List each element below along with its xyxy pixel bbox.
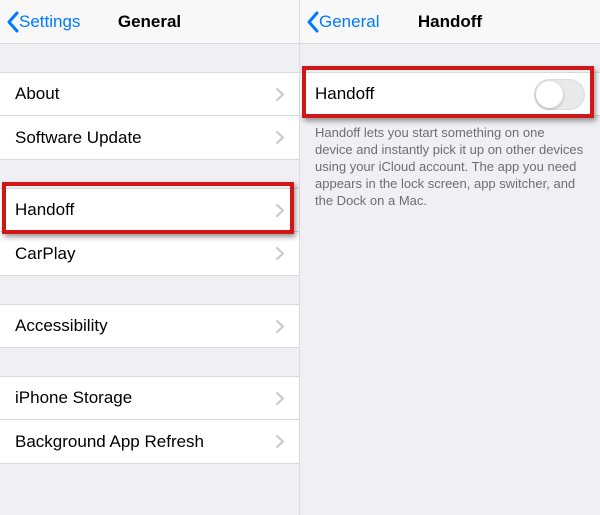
row-label: Accessibility bbox=[15, 316, 276, 336]
row-handoff-toggle[interactable]: Handoff bbox=[300, 72, 600, 116]
chevron-right-icon bbox=[276, 131, 284, 144]
row-label: iPhone Storage bbox=[15, 388, 276, 408]
handoff-settings-pane: General Handoff Handoff Handoff lets you… bbox=[300, 0, 600, 515]
row-label: Background App Refresh bbox=[15, 432, 276, 452]
group-device: About Software Update bbox=[0, 72, 299, 160]
chevron-left-icon bbox=[306, 11, 319, 33]
navbar: General Handoff bbox=[300, 0, 600, 44]
row-iphone-storage[interactable]: iPhone Storage bbox=[0, 376, 299, 420]
row-carplay[interactable]: CarPlay bbox=[0, 232, 299, 276]
group-storage: iPhone Storage Background App Refresh bbox=[0, 376, 299, 464]
back-button[interactable]: General bbox=[300, 11, 379, 33]
handoff-toggle[interactable] bbox=[534, 79, 585, 110]
chevron-right-icon bbox=[276, 435, 284, 448]
row-label: Handoff bbox=[15, 200, 276, 220]
navbar: Settings General bbox=[0, 0, 299, 44]
row-label: Handoff bbox=[315, 84, 534, 104]
handoff-description: Handoff lets you start something on one … bbox=[300, 116, 600, 209]
general-settings-pane: Settings General About Software Update H… bbox=[0, 0, 300, 515]
row-label: Software Update bbox=[15, 128, 276, 148]
row-label: CarPlay bbox=[15, 244, 276, 264]
group-accessibility: Accessibility bbox=[0, 304, 299, 348]
chevron-right-icon bbox=[276, 247, 284, 260]
back-label: Settings bbox=[19, 12, 80, 32]
chevron-right-icon bbox=[276, 392, 284, 405]
chevron-right-icon bbox=[276, 320, 284, 333]
row-background-app-refresh[interactable]: Background App Refresh bbox=[0, 420, 299, 464]
group-continuity: Handoff CarPlay bbox=[0, 188, 299, 276]
chevron-left-icon bbox=[6, 11, 19, 33]
row-label: About bbox=[15, 84, 276, 104]
back-label: General bbox=[319, 12, 379, 32]
row-handoff[interactable]: Handoff bbox=[0, 188, 299, 232]
chevron-right-icon bbox=[276, 204, 284, 217]
row-software-update[interactable]: Software Update bbox=[0, 116, 299, 160]
row-accessibility[interactable]: Accessibility bbox=[0, 304, 299, 348]
group-handoff-toggle: Handoff bbox=[300, 72, 600, 116]
row-about[interactable]: About bbox=[0, 72, 299, 116]
chevron-right-icon bbox=[276, 88, 284, 101]
toggle-knob bbox=[536, 81, 563, 108]
back-button[interactable]: Settings bbox=[0, 11, 80, 33]
